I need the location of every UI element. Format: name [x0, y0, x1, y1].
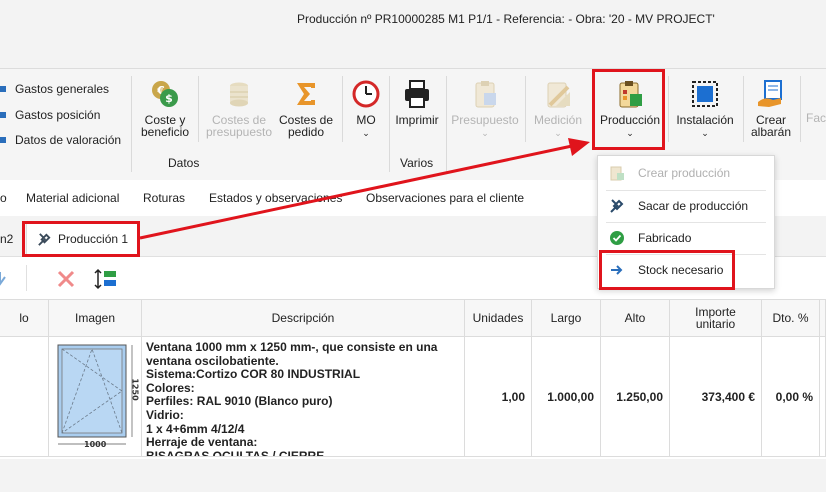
annotation-arrow: [139, 138, 590, 240]
